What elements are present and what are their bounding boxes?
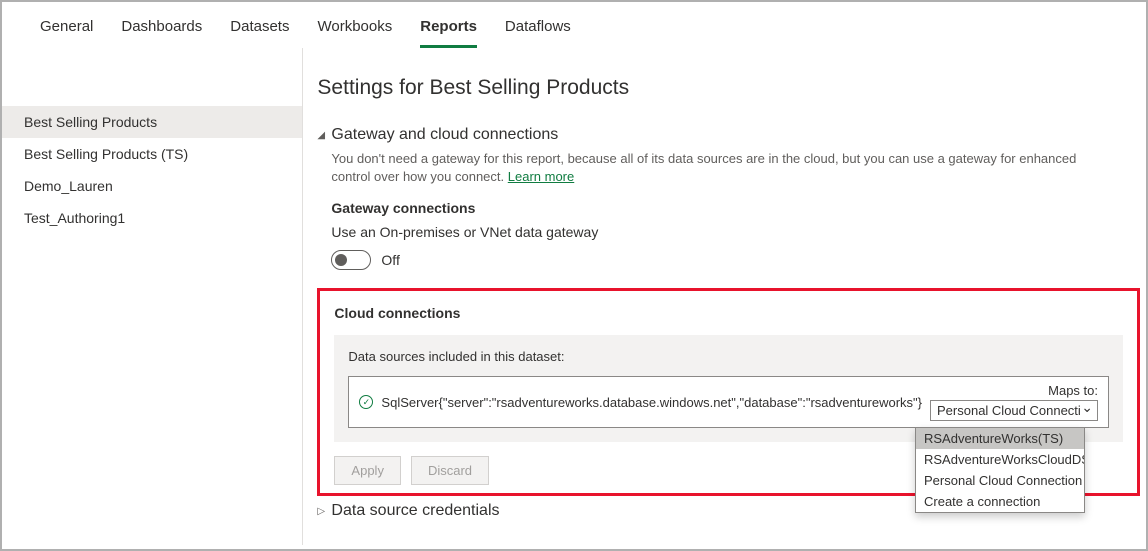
sidebar-item-best-selling-products-ts[interactable]: Best Selling Products (TS) [2,138,302,170]
tab-general[interactable]: General [40,14,93,48]
maps-to-label: Maps to: [1048,383,1098,398]
dropdown-option-create-connection[interactable]: Create a connection [916,491,1084,512]
gateway-description: You don't need a gateway for this report… [331,150,1091,186]
maps-to-dropdown: RSAdventureWorks(TS) RSAdventureWorksClo… [915,427,1085,513]
credentials-section-label: Data source credentials [331,502,499,520]
tab-datasets[interactable]: Datasets [230,14,289,48]
apply-button[interactable]: Apply [334,456,401,485]
expand-right-icon: ▷ [317,506,327,517]
datasource-row: SqlServer{"server":"rsadventureworks.dat… [348,376,1109,428]
reports-sidebar: Best Selling Products Best Selling Produ… [2,48,303,545]
sidebar-item-test-authoring1[interactable]: Test_Authoring1 [2,202,302,234]
tab-dashboards[interactable]: Dashboards [121,14,202,48]
gateway-toggle-state: Off [381,252,399,268]
sidebar-item-demo-lauren[interactable]: Demo_Lauren [2,170,302,202]
dropdown-option-rsadventureworks-ts[interactable]: RSAdventureWorks(TS) [916,428,1084,449]
toggle-knob-icon [335,254,347,266]
sidebar-item-best-selling-products[interactable]: Best Selling Products [2,106,302,138]
discard-button[interactable]: Discard [411,456,489,485]
gateway-section-header[interactable]: ◢ Gateway and cloud connections [317,126,1146,144]
gateway-section-label: Gateway and cloud connections [331,126,558,144]
page-title: Settings for Best Selling Products [317,76,1146,100]
tab-reports[interactable]: Reports [420,14,477,48]
tabs-bar: General Dashboards Datasets Workbooks Re… [2,2,1146,48]
learn-more-link[interactable]: Learn more [508,169,574,184]
gateway-toggle[interactable] [331,250,371,270]
check-circle-icon [359,395,373,409]
gateway-connections-text: Use an On-premises or VNet data gateway [331,224,1146,240]
cloud-connections-panel: Data sources included in this dataset: S… [334,335,1123,442]
tab-workbooks[interactable]: Workbooks [317,14,392,48]
dropdown-option-personal-cloud-connection[interactable]: Personal Cloud Connection [916,470,1084,491]
expand-down-icon: ◢ [317,130,327,141]
tab-dataflows[interactable]: Dataflows [505,14,571,48]
dropdown-option-rsadventureworks-cloudds[interactable]: RSAdventureWorksCloudDS [916,449,1084,470]
datasource-text: SqlServer{"server":"rsadventureworks.dat… [381,394,922,412]
gateway-connections-title: Gateway connections [331,200,1146,216]
cloud-connections-highlight: Cloud connections Data sources included … [317,288,1140,496]
cloud-panel-label: Data sources included in this dataset: [348,349,1109,364]
maps-to-select[interactable]: Personal Cloud Connecti [930,400,1098,421]
cloud-connections-title: Cloud connections [334,305,1123,321]
